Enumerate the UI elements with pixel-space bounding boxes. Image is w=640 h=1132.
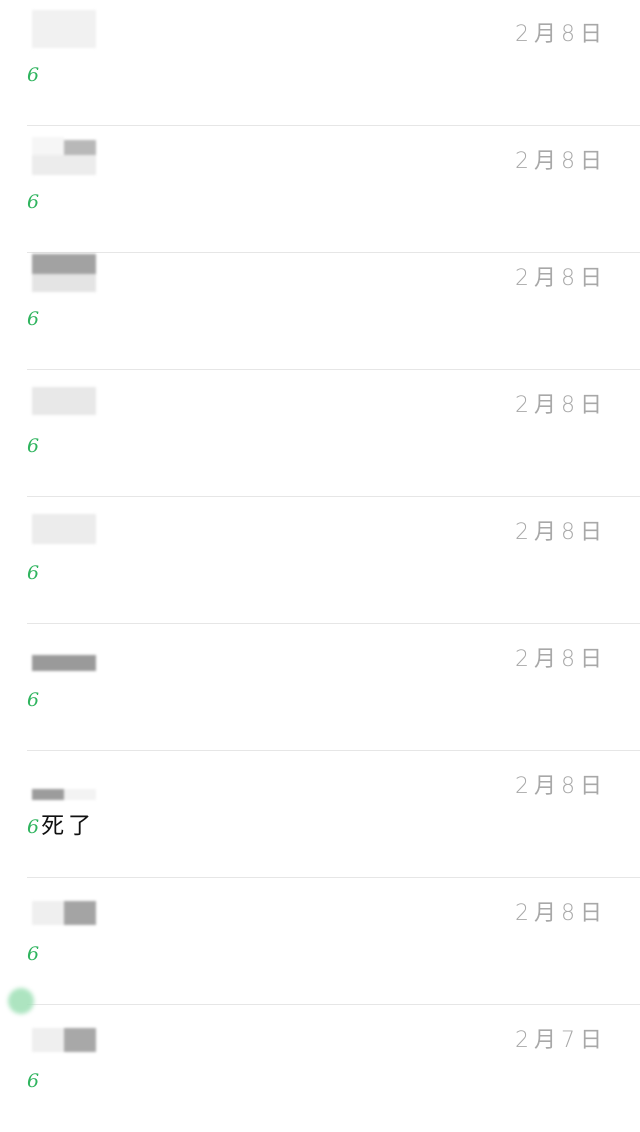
message-date: 2月8日 (515, 647, 607, 672)
message-text: 6 (27, 1070, 40, 1092)
list-item[interactable]: 2月8日 6 (0, 127, 640, 253)
message-preview: 6 (27, 187, 41, 216)
message-text: 6 (27, 435, 40, 457)
blurred-contact-name (32, 381, 96, 419)
row-divider (27, 369, 640, 370)
message-text: 6 (27, 816, 40, 838)
message-text: 6 (27, 562, 40, 584)
list-item[interactable]: 2月8日 6死了 (0, 752, 640, 878)
message-preview: 6 (27, 558, 41, 587)
message-preview: 6 (27, 60, 41, 89)
list-item[interactable]: 2月8日 6 (0, 879, 640, 1005)
blurred-contact-name (32, 889, 96, 927)
list-item[interactable]: 2月8日 6 (0, 498, 640, 624)
message-preview: 6 (27, 1066, 41, 1095)
list-item[interactable]: 2月8日 6 (0, 371, 640, 497)
message-preview: 6 (27, 685, 41, 714)
message-preview: 6 (27, 939, 41, 968)
blurred-contact-name (32, 254, 96, 292)
blurred-contact-name (32, 762, 96, 800)
row-divider (27, 750, 640, 751)
message-date: 2月8日 (515, 149, 607, 174)
message-text: 6 (27, 308, 40, 330)
row-divider (27, 623, 640, 624)
list-item[interactable]: 2月7日 6 (0, 1006, 640, 1132)
message-date: 2月8日 (515, 774, 607, 799)
blurred-contact-name (32, 635, 96, 673)
message-extra-text: 死了 (41, 813, 96, 839)
list-item[interactable]: 2月8日 6 (0, 244, 640, 370)
message-preview: 6 (27, 304, 41, 333)
message-date: 2月8日 (515, 266, 607, 291)
blurred-contact-name (32, 137, 96, 175)
floating-green-edge-icon (8, 988, 34, 1014)
row-divider (27, 877, 640, 878)
row-divider (27, 496, 640, 497)
message-text: 6 (27, 943, 40, 965)
list-item[interactable]: 2月8日 6 (0, 0, 640, 126)
list-item[interactable]: 2月8日 6 (0, 625, 640, 751)
row-divider (27, 125, 640, 126)
message-text: 6 (27, 191, 40, 213)
message-date: 2月8日 (515, 22, 607, 47)
blurred-contact-name (32, 508, 96, 546)
message-text: 6 (27, 64, 40, 86)
blurred-contact-name (32, 10, 96, 48)
chat-list: 2月8日 6 2月8日 6 2月8日 6 2月8日 6 2月8日 6 2月8日 … (0, 0, 640, 1124)
message-date: 2月8日 (515, 520, 607, 545)
message-date: 2月7日 (515, 1028, 607, 1053)
row-divider (27, 1004, 640, 1005)
message-text: 6 (27, 689, 40, 711)
message-date: 2月8日 (515, 393, 607, 418)
message-preview: 6死了 (27, 812, 95, 841)
blurred-contact-name (32, 1016, 96, 1054)
message-preview: 6 (27, 431, 41, 460)
message-date: 2月8日 (515, 901, 607, 926)
